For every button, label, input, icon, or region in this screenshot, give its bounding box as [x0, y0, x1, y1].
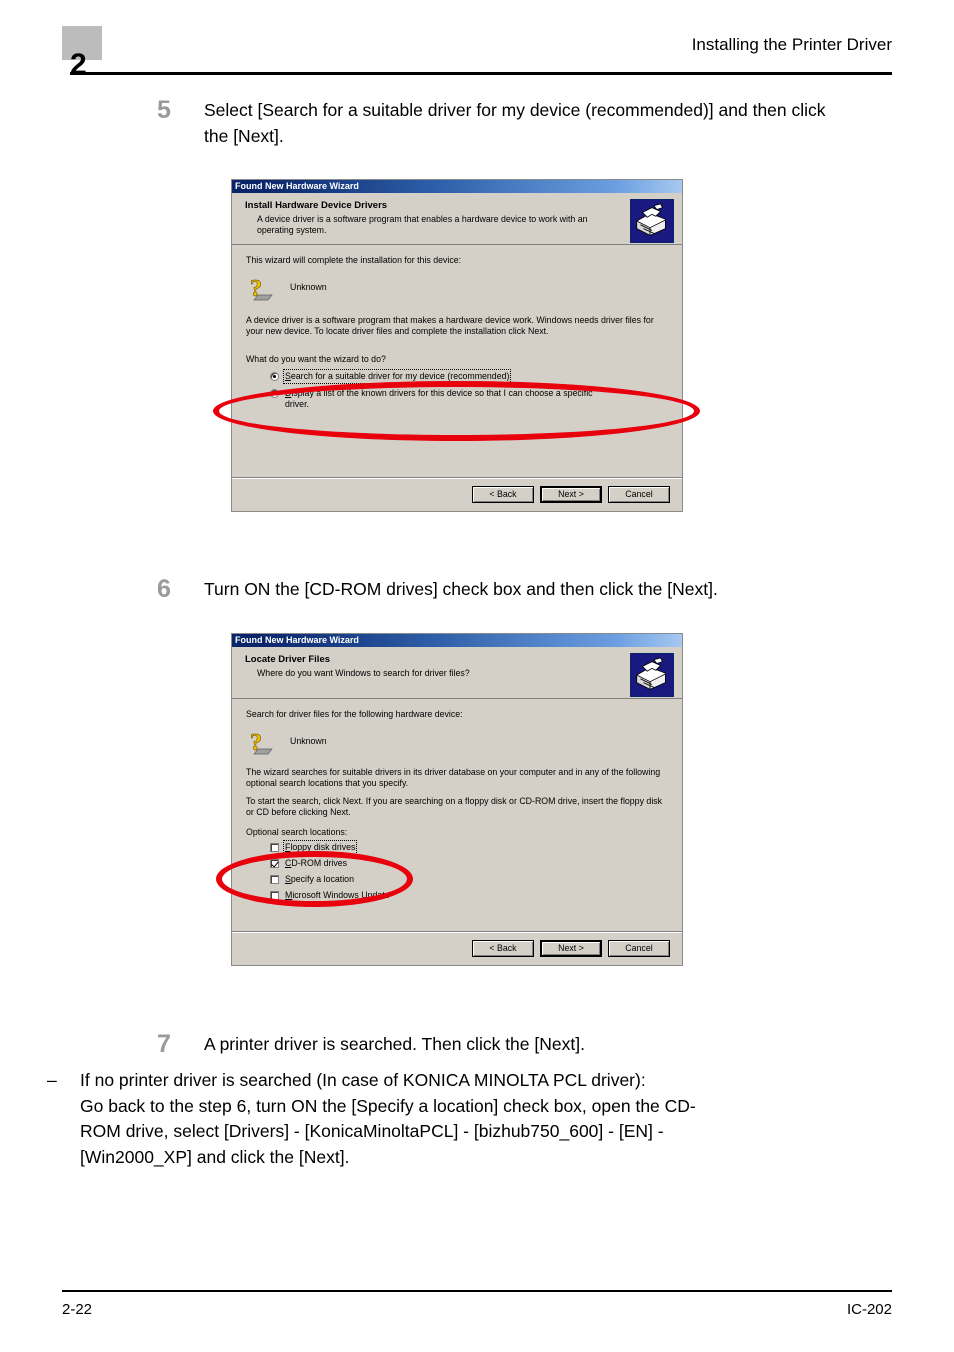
dialog-1-title: Found New Hardware Wizard — [235, 181, 359, 191]
footer-divider — [62, 1290, 892, 1292]
substep-text: If no printer driver is searched (In cas… — [80, 1070, 696, 1167]
step-7-number: 7 — [157, 1030, 171, 1058]
checkbox-option-cd-rom-drives[interactable]: CD-ROM drives — [270, 858, 668, 869]
step-7-text: A printer driver is searched. Then click… — [204, 1034, 585, 1054]
cancel-button-1[interactable]: Cancel — [608, 486, 670, 503]
hardware-wizard-icon — [630, 199, 674, 243]
checkbox-microsoft-windows-update-label: Microsoft Windows Update — [285, 890, 390, 900]
dialog-1-header-title: Install Hardware Device Drivers — [245, 200, 388, 211]
radio-display-list[interactable] — [270, 389, 279, 398]
dialog-1-para-1: This wizard will complete the installati… — [246, 255, 462, 265]
checkbox-specify-a-location-label: Specify a location — [285, 874, 354, 884]
checkbox-floppy-disk-drives[interactable] — [270, 843, 279, 852]
unknown-device-question-icon: ? — [246, 273, 276, 303]
step-6-number: 6 — [157, 575, 171, 603]
dialog-2-para-3: To start the search, click Next. If you … — [246, 795, 663, 818]
radio-option-search-driver[interactable]: Search for a suitable driver for my devi… — [270, 369, 668, 384]
dialog-2-checkbox-list: Floppy disk drives CD-ROM drives Specify… — [270, 840, 668, 901]
footer-document-code: IC-202 — [846, 1301, 892, 1318]
substep-dash: – — [47, 1070, 57, 1090]
found-new-hardware-wizard-dialog-2[interactable]: Found New Hardware Wizard Locate Driver … — [231, 633, 683, 966]
svg-text:?: ? — [250, 730, 262, 756]
page-header: 2 Installing the Printer Driver — [62, 26, 892, 81]
checkbox-specify-a-location[interactable] — [270, 875, 279, 884]
chapter-number: 2 — [70, 48, 87, 81]
svg-text:?: ? — [250, 276, 262, 302]
unknown-device-question-icon: ? — [246, 727, 276, 757]
dialog-2-para-1: Search for driver files for the followin… — [246, 709, 463, 719]
found-new-hardware-wizard-dialog-1[interactable]: Found New Hardware Wizard Install Hardwa… — [231, 179, 683, 512]
dialog-2-optional-label: Optional search locations: — [246, 826, 348, 837]
dialog-1-para-2: A device driver is a software program th… — [246, 314, 654, 337]
footer-page-number: 2-22 — [62, 1301, 93, 1318]
dialog-2-title: Found New Hardware Wizard — [235, 635, 359, 645]
dialog-2-device-name: Unknown — [290, 736, 327, 746]
next-button-2[interactable]: Next > — [540, 940, 602, 957]
dialog-1-device-row: ? Unknown — [246, 273, 668, 303]
checkbox-floppy-disk-drives-label: Floppy disk drives — [282, 840, 358, 855]
dialog-2-header: Locate Driver Files Where do you want Wi… — [232, 647, 682, 699]
hardware-wizard-icon-glyph — [631, 654, 673, 696]
dialog-1-header: Install Hardware Device Drivers A device… — [232, 193, 682, 245]
cancel-button-2[interactable]: Cancel — [608, 940, 670, 957]
radio-search-driver-label: Search for a suitable driver for my devi… — [282, 369, 512, 384]
unknown-device-question-icon-glyph: ? — [250, 729, 273, 756]
dialog-2-para-2: The wizard searches for suitable drivers… — [246, 766, 661, 789]
checkbox-cd-rom-drives[interactable] — [270, 859, 279, 868]
radio-search-driver[interactable] — [270, 372, 279, 381]
unknown-device-question-icon-glyph: ? — [250, 275, 273, 302]
radio-option-display-list[interactable]: Display a list of the known drivers for … — [270, 388, 668, 410]
back-button-1[interactable]: < Back — [472, 486, 534, 503]
checkbox-option-floppy-disk-drives[interactable]: Floppy disk drives — [270, 840, 668, 855]
dialog-1-header-subtitle: A device driver is a software program th… — [257, 214, 588, 235]
page-title: Installing the Printer Driver — [691, 35, 892, 54]
dialog-2-titlebar[interactable]: Found New Hardware Wizard — [232, 634, 682, 647]
checkbox-option-microsoft-windows-update[interactable]: Microsoft Windows Update — [270, 890, 668, 901]
back-button-2[interactable]: < Back — [472, 940, 534, 957]
next-button-1[interactable]: Next > — [540, 486, 602, 503]
dialog-2-footer: < Back Next > Cancel — [232, 933, 682, 965]
step-5-number: 5 — [157, 96, 171, 124]
header-divider — [70, 72, 892, 75]
dialog-1-device-name: Unknown — [290, 282, 327, 292]
checkbox-microsoft-windows-update[interactable] — [270, 891, 279, 900]
dialog-1-options: Search for a suitable driver for my devi… — [270, 369, 668, 410]
dialog-1-body: This wizard will complete the installati… — [232, 245, 682, 477]
checkbox-option-specify-a-location[interactable]: Specify a location — [270, 874, 668, 885]
hardware-wizard-icon-glyph — [631, 200, 673, 242]
radio-display-list-label: Display a list of the known drivers for … — [285, 388, 593, 409]
hardware-wizard-icon — [630, 653, 674, 697]
dialog-2-header-title: Locate Driver Files — [245, 654, 331, 665]
checkbox-cd-rom-drives-label: CD-ROM drives — [285, 858, 348, 868]
dialog-2-device-row: ? Unknown — [246, 727, 668, 757]
dialog-2-header-subtitle: Where do you want Windows to search for … — [257, 668, 470, 678]
dialog-1-prompt: What do you want the wizard to do? — [246, 353, 386, 364]
dialog-1-titlebar[interactable]: Found New Hardware Wizard — [232, 180, 682, 193]
step-6-text: Turn ON the [CD-ROM drives] check box an… — [204, 579, 718, 599]
dialog-1-footer: < Back Next > Cancel — [232, 479, 682, 511]
step-5-text: Select [Search for a suitable driver for… — [204, 100, 826, 146]
dialog-2-body: Search for driver files for the followin… — [232, 699, 682, 931]
